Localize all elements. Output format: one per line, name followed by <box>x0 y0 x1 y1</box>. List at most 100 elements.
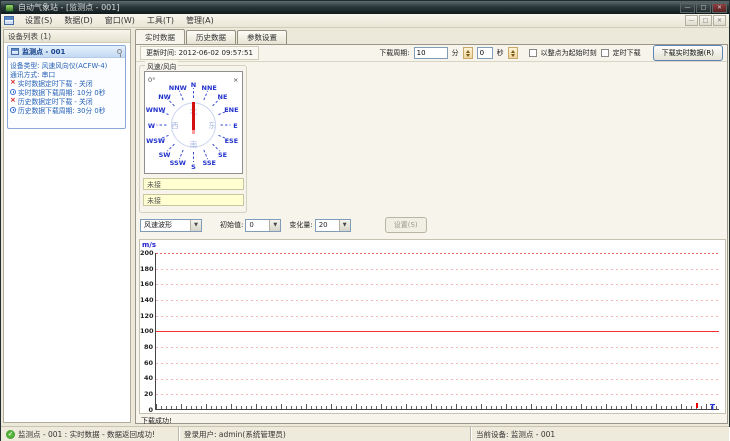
dir-sw: SW <box>159 151 171 159</box>
wind-speed-field: 未接 <box>143 178 244 190</box>
history-period-line: 历史数据下载周期: 30分 0秒 <box>8 105 125 115</box>
wind-compass: N NNE NE ENE E ESE SE SSE S SSW SW WSW W… <box>144 71 243 174</box>
gridline-80 <box>156 347 719 348</box>
wind-direction-field: 未接 <box>143 194 244 206</box>
x-mark-icon: × <box>10 78 16 86</box>
dir-nne: NNE <box>202 84 217 92</box>
reference-line-100 <box>156 331 719 332</box>
app-icon <box>5 3 14 12</box>
menu-manage[interactable]: 管理(A) <box>180 14 220 27</box>
pin-icon[interactable] <box>117 49 122 57</box>
gridline-180 <box>156 269 719 270</box>
y-tick: 120 <box>140 312 154 320</box>
gridline-60 <box>156 363 719 364</box>
title-bar: 自动气象站 - [监测点 - 001] — □ ✕ <box>1 1 729 14</box>
compass-svg: N NNE NE ENE E ESE SE SSE S SSW SW WSW W… <box>146 76 239 171</box>
device-card: 监测点 - 001 设备类型: 风速风向仪(ACFW-4) 通讯方式: 串口 ×… <box>7 45 126 129</box>
y-tick: 60 <box>143 359 153 367</box>
menu-data[interactable]: 数据(D) <box>58 14 98 27</box>
close-button[interactable]: ✕ <box>712 2 727 13</box>
plot-area <box>155 253 719 410</box>
y-tick: 100 <box>140 327 154 335</box>
download-status-message: 下载成功! <box>141 417 172 425</box>
maximize-button[interactable]: □ <box>696 2 711 13</box>
degree-readout: 0° <box>148 76 155 84</box>
dir-sse: SSE <box>202 159 216 167</box>
time-axis-marker: T <box>710 403 716 412</box>
dir-ese: ESE <box>225 137 239 145</box>
mdi-close-button[interactable]: ✕ <box>713 15 726 26</box>
y-tick: 140 <box>140 296 154 304</box>
gridline-40 <box>156 379 719 380</box>
success-check-icon: ✓ <box>6 430 15 439</box>
window-title: 自动气象站 - [监测点 - 001] <box>18 3 120 12</box>
waveform-select[interactable]: 风速波形 ▼ <box>140 218 202 232</box>
clock-icon <box>10 106 16 113</box>
y-axis-unit-label: m/s <box>142 241 157 249</box>
menu-bar: 设置(S) 数据(D) 窗口(W) 工具(T) 管理(A) — □ ✕ <box>1 14 729 28</box>
minutes-input[interactable] <box>413 47 448 59</box>
seconds-spinner[interactable] <box>507 47 518 59</box>
seconds-unit-label: 秒 <box>496 49 504 57</box>
gridline-200 <box>156 253 719 254</box>
dir-wsw: WSW <box>146 137 165 145</box>
minutes-spinner[interactable] <box>462 47 473 59</box>
dir-nnw: NNW <box>169 84 187 92</box>
chevron-down-icon[interactable]: ▼ <box>338 219 350 231</box>
gridline-140 <box>156 300 719 301</box>
menu-settings[interactable]: 设置(S) <box>19 14 58 27</box>
minutes-unit-label: 分 <box>451 49 459 57</box>
x-axis-major-ticks <box>156 404 719 409</box>
dir-n: N <box>191 81 196 89</box>
cn-south-label: 南 <box>190 139 198 149</box>
tab-parameter-settings[interactable]: 参数设置 <box>237 30 287 44</box>
y-tick: 40 <box>143 374 153 382</box>
wind-group-title: 风速/风向 <box>145 61 179 71</box>
corner-mark: × <box>233 76 238 84</box>
download-realtime-button[interactable]: 下载实时数据(R) <box>652 45 723 61</box>
minimize-button[interactable]: — <box>680 2 695 13</box>
y-tick: 200 <box>140 249 154 257</box>
dir-s: S <box>191 163 196 171</box>
dir-nw: NW <box>158 93 171 101</box>
tab-history-data[interactable]: 历史数据 <box>186 30 236 44</box>
menu-window[interactable]: 窗口(W) <box>99 14 141 27</box>
dir-e: E <box>233 122 237 130</box>
device-card-header[interactable]: 监测点 - 001 <box>8 46 125 58</box>
menu-tools[interactable]: 工具(T) <box>141 14 180 27</box>
gridline-120 <box>156 316 719 317</box>
tab-realtime-data[interactable]: 实时数据 <box>135 29 185 44</box>
y-tick: 160 <box>140 280 154 288</box>
cn-west-label: 西 <box>171 121 179 130</box>
delta-value-select[interactable]: 20 ▼ <box>314 218 351 232</box>
device-card-title: 监测点 - 001 <box>22 47 66 56</box>
timed-download-checkbox[interactable] <box>600 49 609 57</box>
device-list-panel: 设备列表 (1) 监测点 - 001 设备类型: 风速风向仪(ACFW-4) 通… <box>3 29 131 423</box>
toolbar: 更新时间: 2012-06-02 09:57:51 下载周期: 分 秒 以整点为… <box>136 45 727 62</box>
mdi-minimize-button[interactable]: — <box>685 15 698 26</box>
gridline-20 <box>156 394 719 395</box>
y-tick: 20 <box>143 390 153 398</box>
y-tick: 0 <box>148 406 153 414</box>
timed-download-checkbox-label: 定时下载 <box>612 49 641 57</box>
wind-group-box: 风速/风向 N NNE NE ENE E ESE SE SSE S SSW SW… <box>139 61 247 213</box>
statusbar-user: 登录用户: admin(系统管理员) <box>179 427 471 441</box>
chevron-down-icon[interactable]: ▼ <box>269 219 281 231</box>
download-period-label: 下载周期: <box>379 49 410 57</box>
set-button[interactable]: 设置(S) <box>384 217 427 233</box>
y-tick: 80 <box>143 343 153 351</box>
y-tick: 180 <box>140 265 154 273</box>
status-bar: ✓ 监测点 - 001 : 实时数据 - 数据返回成功! 登录用户: admin… <box>1 426 729 441</box>
wind-speed-chart: m/s 200 180 160 140 120 100 80 60 40 20 … <box>139 239 726 414</box>
chevron-down-icon[interactable]: ▼ <box>190 219 201 231</box>
dir-ssw: SSW <box>170 159 186 167</box>
delta-value-label: 变化量: <box>289 221 313 229</box>
clock-icon <box>10 88 16 95</box>
dir-ne: NE <box>218 93 228 101</box>
align-hour-checkbox-label: 以整点为起始时刻 <box>540 49 597 57</box>
mdi-restore-button[interactable]: □ <box>699 15 712 26</box>
mdi-child-icon[interactable] <box>4 16 14 25</box>
align-hour-checkbox[interactable] <box>528 49 537 57</box>
initial-value-select[interactable]: 0 ▼ <box>245 218 282 232</box>
seconds-input[interactable] <box>476 47 493 59</box>
